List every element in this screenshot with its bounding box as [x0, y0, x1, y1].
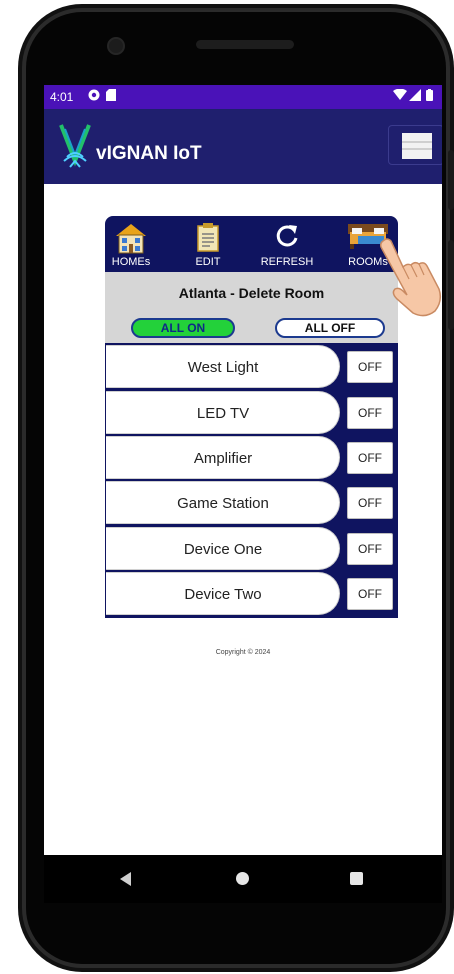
- room-header: Atlanta - Delete Room ALL ON ALL OFF: [105, 272, 398, 343]
- device-item[interactable]: Game Station: [106, 481, 340, 524]
- device-name: Amplifier: [193, 450, 253, 467]
- device-row: West Light OFF: [106, 344, 398, 389]
- hamburger-menu-button[interactable]: [388, 125, 442, 165]
- recent-apps-icon[interactable]: [350, 872, 363, 885]
- device-row: Device Two OFF: [106, 571, 398, 616]
- notification-icon: [88, 89, 100, 104]
- device-item[interactable]: Amplifier: [106, 436, 340, 479]
- device-row: Device One OFF: [106, 526, 398, 571]
- signal-icon: [409, 89, 421, 104]
- device-item[interactable]: LED TV: [106, 391, 340, 434]
- status-bar: 4:01: [44, 85, 442, 109]
- room-title: Atlanta - Delete Room: [178, 285, 325, 301]
- power-button: [448, 240, 454, 330]
- pointing-hand-icon: [377, 237, 443, 322]
- sd-card-icon: [106, 89, 116, 104]
- battery-icon: [426, 89, 433, 104]
- device-name: Game Station: [177, 495, 269, 512]
- edit-button[interactable]: EDIT: [172, 218, 244, 270]
- device-toggle-button[interactable]: OFF: [347, 533, 393, 565]
- app-bar: vIGNAN IoT: [44, 109, 442, 184]
- app-title: vIGNAN IoT: [96, 143, 202, 164]
- app-screen: 4:01 vIGNAN IoT HOMEs EDIT REFRESH ROOMs…: [44, 85, 442, 855]
- all-on-button[interactable]: ALL ON: [131, 318, 235, 338]
- menu-icon: [402, 133, 432, 159]
- homes-label: HOMEs: [111, 256, 151, 268]
- refresh-icon: [274, 222, 300, 255]
- copyright-text: Copyright © 2024: [215, 649, 271, 656]
- device-item[interactable]: Device Two: [106, 572, 340, 615]
- wifi-logo-icon: [58, 121, 92, 171]
- all-off-button[interactable]: ALL OFF: [275, 318, 385, 338]
- refresh-button[interactable]: REFRESH: [251, 218, 323, 270]
- device-item[interactable]: West Light: [106, 345, 340, 388]
- device-row: Game Station OFF: [106, 480, 398, 525]
- room-control-card: HOMEs EDIT REFRESH ROOMs Atlanta - Delet…: [105, 216, 398, 618]
- navigation-bar: [44, 855, 442, 903]
- device-name: Device One: [183, 541, 263, 558]
- refresh-label: REFRESH: [260, 256, 314, 268]
- volume-button: [448, 150, 454, 210]
- device-toggle-button[interactable]: OFF: [347, 487, 393, 519]
- earpiece-speaker: [196, 40, 294, 49]
- device-toggle-button[interactable]: OFF: [347, 442, 393, 474]
- device-name: Device Two: [184, 586, 262, 603]
- edit-label: EDIT: [195, 256, 221, 268]
- home-icon[interactable]: [236, 872, 249, 885]
- device-toggle-button[interactable]: OFF: [347, 397, 393, 429]
- device-row: Amplifier OFF: [106, 435, 398, 480]
- status-time: 4:01: [50, 90, 74, 104]
- back-icon[interactable]: [120, 872, 131, 886]
- device-toggle-button[interactable]: OFF: [347, 351, 393, 383]
- front-camera: [107, 37, 125, 55]
- device-name: West Light: [187, 359, 259, 376]
- device-toggle-button[interactable]: OFF: [347, 578, 393, 610]
- wifi-icon: [393, 88, 407, 104]
- device-item[interactable]: Device One: [106, 527, 340, 570]
- homes-button[interactable]: HOMEs: [95, 218, 167, 270]
- edit-document-icon: [197, 222, 219, 257]
- device-row: LED TV OFF: [106, 390, 398, 435]
- device-name: LED TV: [196, 405, 250, 422]
- house-icon: [114, 222, 148, 259]
